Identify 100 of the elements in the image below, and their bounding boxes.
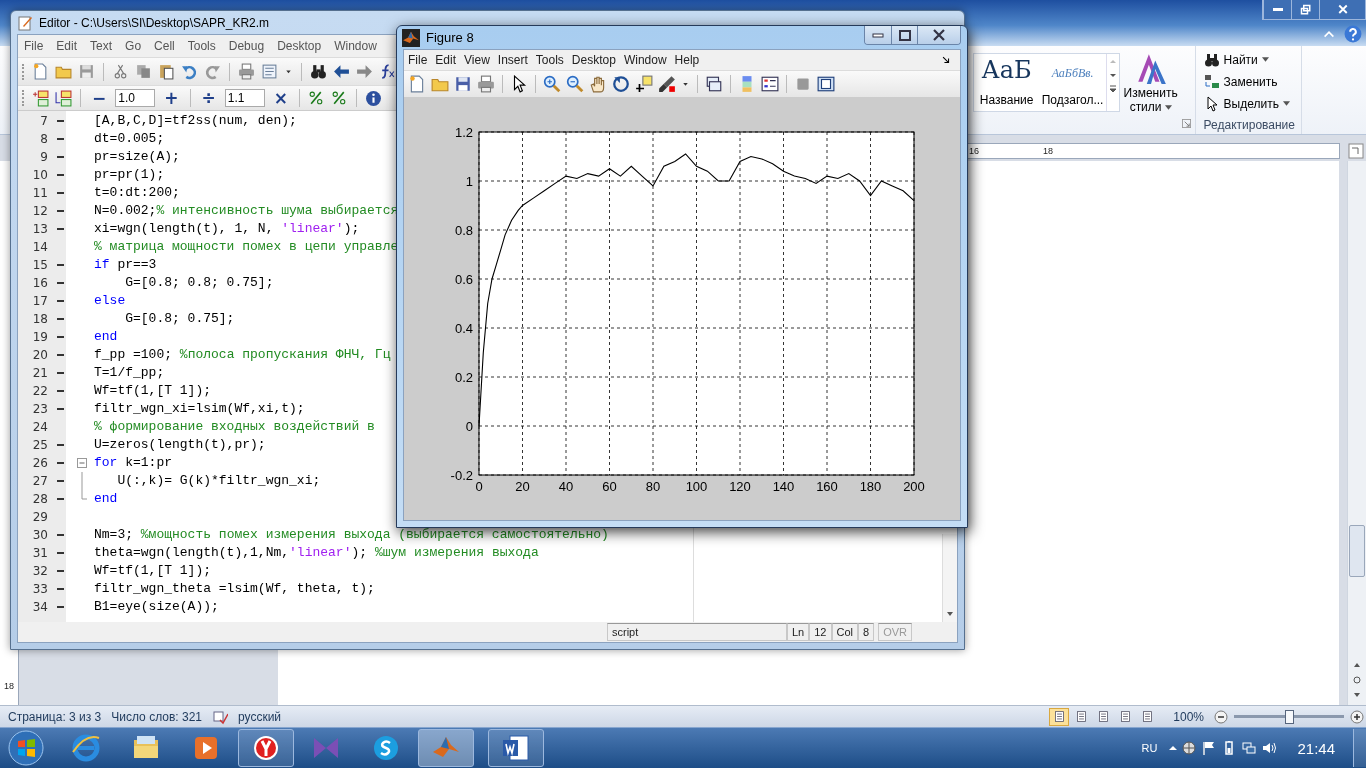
function-icon[interactable] <box>379 63 396 80</box>
menu-item[interactable]: Tools <box>181 39 223 53</box>
breakpoint-dash[interactable] <box>56 192 64 194</box>
increment-button[interactable]: + <box>161 89 182 107</box>
menu-item[interactable]: Text <box>84 39 120 53</box>
breakpoint-dash[interactable] <box>56 336 64 338</box>
dialog-launcher-icon[interactable] <box>1181 119 1191 128</box>
percent-plus-icon[interactable] <box>308 89 325 107</box>
close-button[interactable] <box>1319 0 1365 19</box>
breakpoint-dash[interactable] <box>56 264 64 266</box>
square-icon[interactable] <box>794 75 812 93</box>
paste-icon[interactable] <box>158 63 175 80</box>
page-count[interactable]: Страница: 3 из 3 <box>8 709 102 724</box>
start-button[interactable] <box>6 728 46 768</box>
new-file-icon[interactable] <box>408 75 426 93</box>
help-icon[interactable] <box>1344 25 1362 43</box>
scrollbar[interactable] <box>942 534 957 622</box>
menu-item[interactable]: Debug <box>222 39 272 53</box>
taskbar-app[interactable] <box>488 729 544 767</box>
document-list-icon[interactable] <box>261 63 278 80</box>
linked-windows-icon[interactable] <box>705 75 723 93</box>
dock-icon[interactable] <box>941 54 952 66</box>
breakpoint-dash[interactable] <box>56 318 64 320</box>
breakpoint-dash[interactable] <box>56 552 64 554</box>
keyboard-language[interactable]: RU <box>1141 742 1158 754</box>
menu-item[interactable]: File <box>18 39 51 53</box>
style-item[interactable]: АаБбВв. Подзагол... <box>1039 54 1106 111</box>
copy-icon[interactable] <box>135 63 152 80</box>
ribbon-command[interactable]: Выделить <box>1203 94 1295 113</box>
number-field[interactable]: 1.1 <box>224 89 265 107</box>
browse-object-icon[interactable] <box>1351 674 1363 686</box>
zoom-level[interactable]: 100% <box>1173 709 1204 724</box>
show-hidden-icons-icon[interactable] <box>1169 746 1178 750</box>
show-desktop-button[interactable] <box>1353 729 1366 767</box>
right-arrow-icon[interactable] <box>356 63 373 80</box>
scrollbar-thumb[interactable] <box>1349 525 1365 577</box>
fold-toggle-icon[interactable] <box>77 458 87 468</box>
new-file-icon[interactable] <box>32 63 49 80</box>
menu-item[interactable]: Go <box>119 39 149 53</box>
cut-icon[interactable] <box>112 63 129 80</box>
breakpoint-dash[interactable] <box>56 588 64 590</box>
zoom-out-icon[interactable] <box>1214 709 1228 724</box>
breakpoint-dash[interactable] <box>56 462 64 464</box>
language[interactable]: русский <box>238 709 282 724</box>
breakpoint-dash[interactable] <box>56 156 64 158</box>
percent-menu-icon[interactable] <box>331 89 348 107</box>
speaker-icon[interactable] <box>1261 740 1278 756</box>
breakpoint-dash[interactable] <box>56 138 64 140</box>
breakpoint-dash[interactable] <box>56 120 64 122</box>
ribbon-command[interactable]: Найти <box>1203 50 1295 69</box>
zoom-in-icon[interactable] <box>543 75 561 93</box>
menu-item[interactable]: Window <box>328 39 384 53</box>
legend-icon[interactable] <box>761 75 779 93</box>
menu-item[interactable]: Cell <box>148 39 182 53</box>
breakpoint-dash[interactable] <box>56 390 64 392</box>
breakpoint-dash[interactable] <box>56 408 64 410</box>
insert-cell-icon[interactable] <box>55 89 72 107</box>
menu-item[interactable]: Tools <box>531 53 568 67</box>
taskbar-app[interactable] <box>238 729 294 767</box>
decrement-button[interactable]: − <box>89 89 110 107</box>
frame-icon[interactable] <box>817 75 835 93</box>
breakpoint-dash[interactable] <box>56 498 64 500</box>
slider-thumb[interactable] <box>1285 709 1294 724</box>
rotate-icon[interactable] <box>612 75 630 93</box>
breakpoint-dash[interactable] <box>56 354 64 356</box>
network-icon[interactable] <box>1241 740 1258 756</box>
breakpoint-dash[interactable] <box>56 300 64 302</box>
word-count[interactable]: Число слов: 321 <box>111 709 202 724</box>
breakpoint-dash[interactable] <box>56 210 64 212</box>
breakpoint-dash[interactable] <box>56 228 64 230</box>
menu-item[interactable]: File <box>404 53 432 67</box>
breakpoint-dash[interactable] <box>56 372 64 374</box>
hand-icon[interactable] <box>589 75 607 93</box>
menu-item[interactable]: View <box>460 53 494 67</box>
maximize-button[interactable] <box>891 26 917 44</box>
brush-icon[interactable] <box>658 75 676 93</box>
left-arrow-icon[interactable] <box>333 63 350 80</box>
menu-item[interactable]: Edit <box>431 53 461 67</box>
proofing-icon[interactable] <box>212 708 228 725</box>
print-icon[interactable] <box>477 75 495 93</box>
save-icon[interactable] <box>78 63 95 80</box>
binoculars-icon[interactable] <box>310 63 327 80</box>
menu-item[interactable]: Insert <box>493 53 532 67</box>
breakpoint-dash[interactable] <box>56 570 64 572</box>
info-icon[interactable] <box>365 89 382 107</box>
globe-icon[interactable] <box>1181 740 1198 756</box>
print-icon[interactable] <box>238 63 255 80</box>
breakpoint-dash[interactable] <box>56 174 64 176</box>
menu-item[interactable]: Help <box>670 53 704 67</box>
menu-item[interactable]: Window <box>619 53 671 67</box>
ribbon-command[interactable]: Заменить <box>1203 72 1295 91</box>
redo-icon[interactable] <box>204 63 221 80</box>
multiply-button[interactable]: × <box>270 89 291 107</box>
scrollbar[interactable] <box>1347 161 1366 705</box>
breakpoint-dash[interactable] <box>56 444 64 446</box>
style-item[interactable]: АаБ Название <box>973 54 1040 111</box>
ruler-toggle-icon[interactable] <box>1348 143 1364 159</box>
breakpoint-dash[interactable] <box>56 480 64 482</box>
breakpoint-dash[interactable] <box>56 606 64 608</box>
menu-item[interactable]: Desktop <box>271 39 329 53</box>
